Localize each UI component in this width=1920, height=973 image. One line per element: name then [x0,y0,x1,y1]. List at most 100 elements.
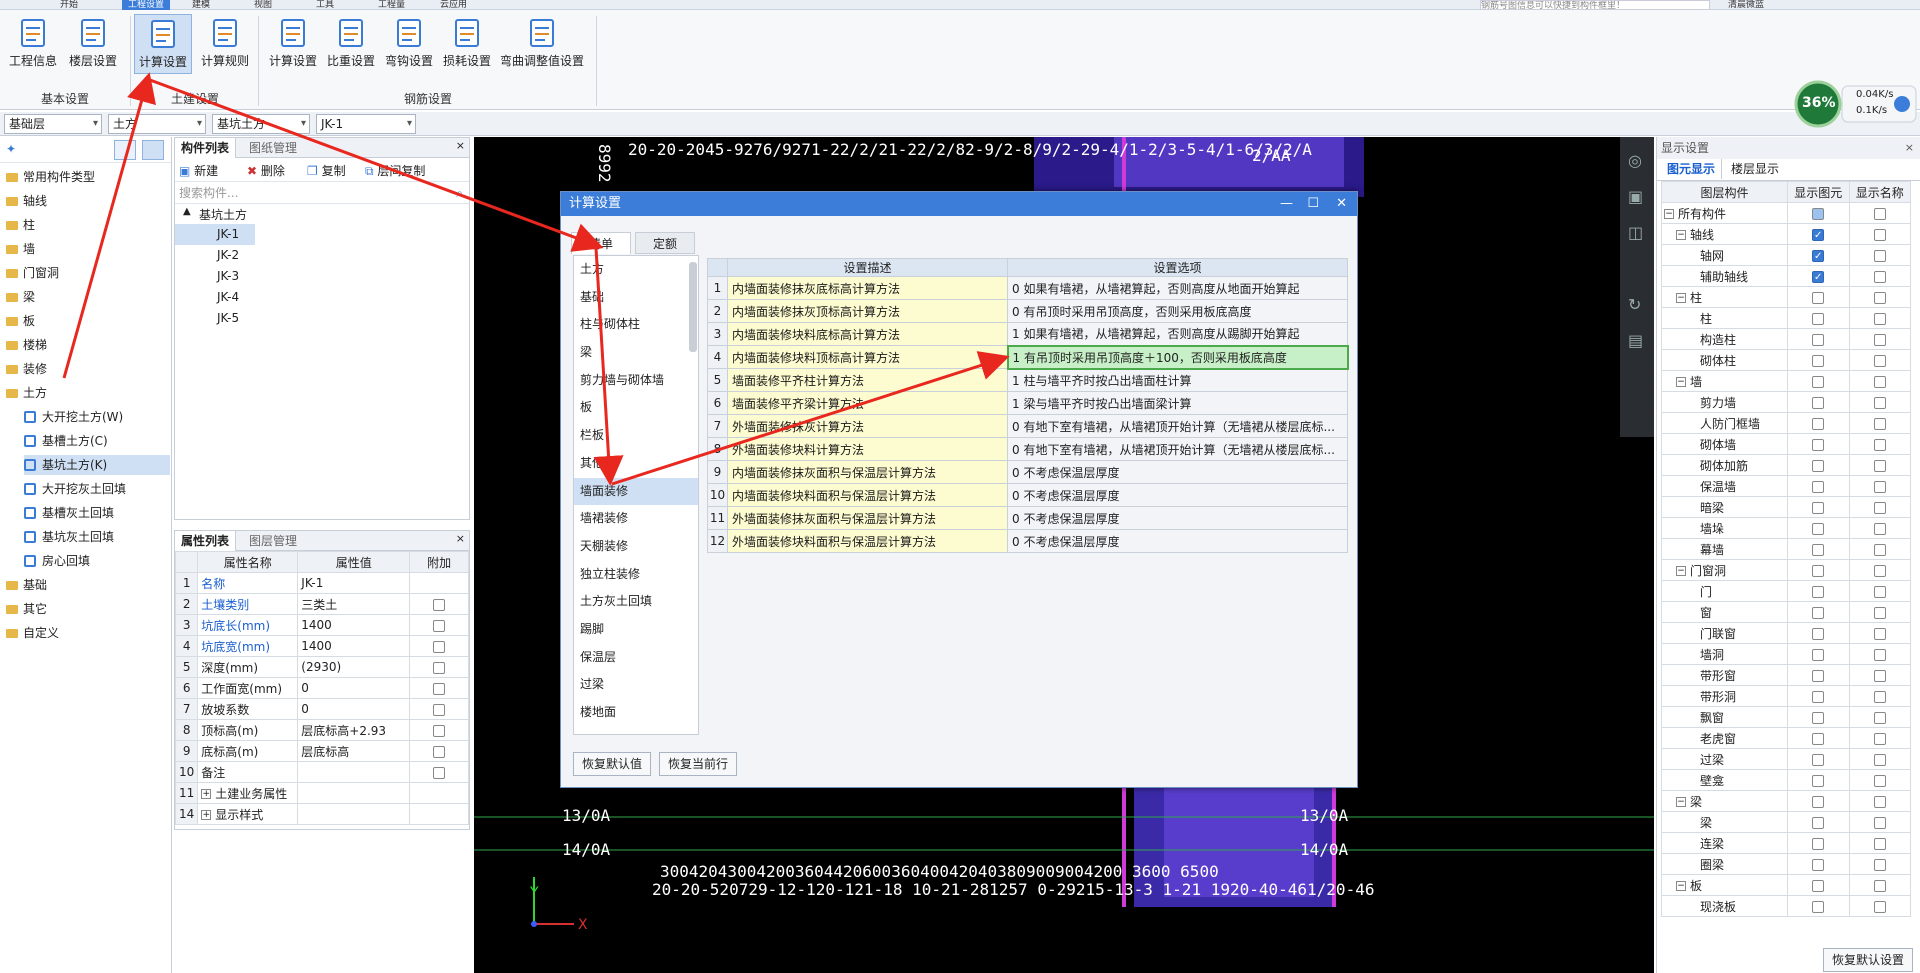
display-checkbox[interactable] [1812,438,1825,451]
tree-item[interactable]: 基坑土方(K) [24,455,170,475]
display-checkbox[interactable] [1873,228,1886,241]
layer-row[interactable]: 窗 [1661,601,1911,623]
display-checkbox[interactable] [1812,606,1825,619]
display-checkbox[interactable] [1873,207,1886,220]
extra-checkbox[interactable] [433,619,446,632]
menu-tab-6[interactable]: 云应用 [440,0,467,10]
display-checkbox[interactable] [1812,459,1825,472]
display-checkbox[interactable] [1873,438,1886,451]
property-row[interactable]: 7 放坡系数 0 [174,698,469,720]
display-checkbox[interactable] [1873,858,1886,871]
menu-tab-0[interactable]: 开始 [60,0,78,10]
maximize-icon[interactable]: ☐ [1307,192,1319,216]
ribbon-button-5[interactable]: 比重设置 [322,14,380,74]
tree-item[interactable]: 墙 [6,239,170,259]
display-checkbox[interactable] [1812,900,1825,913]
setting-row[interactable]: 3 内墙面装修块料底标高计算方法 1 如果有墙裙，从墙裙算起，否则高度从踢脚开始算起 [707,322,1348,346]
display-checkbox[interactable] [1873,816,1886,829]
tree-item[interactable]: 房心回填 [24,551,170,571]
layer-row[interactable]: 幕墙 [1661,538,1911,560]
display-checkbox[interactable] [1812,291,1825,304]
display-checkbox[interactable] [1812,816,1825,829]
extra-checkbox[interactable] [433,703,446,716]
grid-view-icon[interactable] [142,140,164,160]
category-item[interactable]: 板 [574,394,698,422]
collapse-icon[interactable]: − [1676,377,1686,387]
ribbon-button-2[interactable]: 计算设置 [134,14,192,74]
tree-item[interactable]: 自定义 [6,623,170,643]
display-checkbox[interactable] [1873,459,1886,472]
display-checkbox[interactable] [1812,480,1825,493]
display-checkbox[interactable] [1812,354,1825,367]
display-checkbox[interactable] [1812,312,1825,325]
display-checkbox[interactable] [1812,753,1825,766]
layer-row[interactable]: − 墙 [1661,370,1911,392]
collapse-icon[interactable]: − [1676,797,1686,807]
layer-row[interactable]: 带形洞 [1661,685,1911,707]
extra-checkbox[interactable] [433,682,446,695]
display-checkbox[interactable] [1812,270,1825,283]
display-checkbox[interactable] [1873,333,1886,346]
component-item[interactable]: JK-1 [175,224,255,245]
tree-root[interactable]: ▲ 基坑土方 [175,204,469,224]
tree-item[interactable]: 大开挖土方(W) [24,407,170,427]
display-checkbox[interactable] [1873,354,1886,367]
setting-row[interactable]: 9 内墙面装修抹灰面积与保温层计算方法 0 不考虑保温层厚度 [707,460,1348,484]
display-checkbox[interactable] [1873,774,1886,787]
layer-row[interactable]: 门联窗 [1661,622,1911,644]
tree-item[interactable]: 其它 [6,599,170,619]
display-checkbox[interactable] [1812,522,1825,535]
layer-row[interactable]: 墙洞 [1661,643,1911,665]
display-checkbox[interactable] [1873,669,1886,682]
display-checkbox[interactable] [1873,417,1886,430]
display-checkbox[interactable] [1812,333,1825,346]
orbit-icon[interactable]: ◎ [1628,151,1642,170]
item-select[interactable]: JK-1 [316,114,416,134]
ribbon-button-4[interactable]: 计算设置 [264,14,322,74]
tree-item[interactable]: 基槽灰土回填 [24,503,170,523]
display-checkbox[interactable] [1873,585,1886,598]
display-checkbox[interactable] [1873,249,1886,262]
display-checkbox[interactable] [1873,543,1886,556]
tree-item[interactable]: 板 [6,311,170,331]
tab-quota[interactable]: 定额 [635,232,695,254]
tree-item[interactable]: 基槽土方(C) [24,431,170,451]
extra-checkbox[interactable] [433,724,446,737]
display-checkbox[interactable] [1873,837,1886,850]
display-checkbox[interactable] [1873,648,1886,661]
layer-row[interactable]: 轴网 [1661,244,1911,266]
restore-default-button[interactable]: 恢复默认值 [573,752,652,776]
type-select[interactable]: 基坑土方 [212,114,310,134]
display-checkbox[interactable] [1873,270,1886,283]
property-row[interactable]: 4 坑底宽(mm) 1400 [174,635,469,657]
layer-row[interactable]: 壁龛 [1661,769,1911,791]
close-icon[interactable]: × [1905,137,1914,159]
collapse-icon[interactable]: − [1676,293,1686,303]
extra-checkbox[interactable] [433,661,446,674]
copy-button[interactable]: ❐ 复制 [307,162,346,179]
tab-drawing-management[interactable]: 图纸管理 [243,138,303,158]
layer-row[interactable]: 老虎窗 [1661,727,1911,749]
setting-row[interactable]: 1 内墙面装修抹灰底标高计算方法 0 如果有墙裙，从墙裙算起，否则高度从地面开始算起 [707,276,1348,300]
close-icon[interactable]: ✕ [1336,192,1347,216]
property-row[interactable]: 5 深度(mm) (2930) [174,656,469,678]
collapse-icon[interactable]: − [1676,566,1686,576]
layer-row[interactable]: 砌体墙 [1661,433,1911,455]
tree-item[interactable]: 大开挖灰土回填 [24,479,170,499]
tree-item[interactable]: 楼梯 [6,335,170,355]
tab-element-display[interactable]: 图元显示 [1661,159,1723,179]
category-item[interactable]: 墙裙装修 [574,505,698,533]
tree-item[interactable]: 梁 [6,287,170,307]
expand-icon[interactable]: + [201,810,212,820]
display-checkbox[interactable] [1873,564,1886,577]
ribbon-button-8[interactable]: 弯曲调整值设置 [498,14,586,74]
setting-row[interactable]: 6 墙面装修平齐梁计算方法 1 梁与墙平齐时按凸出墙面梁计算 [707,391,1348,415]
layer-row[interactable]: 门 [1661,580,1911,602]
tree-item[interactable]: 常用构件类型 [6,167,170,187]
ribbon-button-7[interactable]: 损耗设置 [438,14,496,74]
category-item[interactable]: 梁 [574,339,698,367]
tree-item[interactable]: 门窗洞 [6,263,170,283]
menu-tab-1[interactable]: 工程设置 [122,0,171,10]
network-monitor[interactable]: 36% 0.04K/s 0.1K/s [1794,80,1918,128]
extra-checkbox[interactable] [433,598,446,611]
